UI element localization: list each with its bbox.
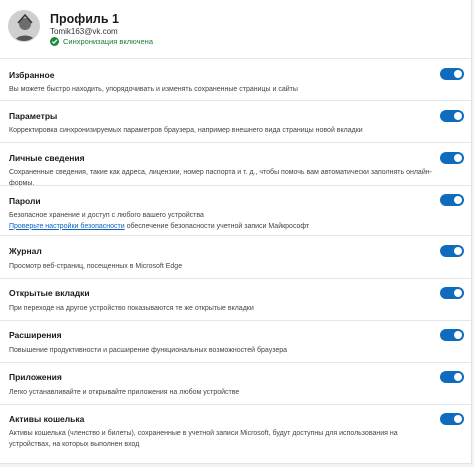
sync-item-title: Избранное [9, 70, 55, 80]
passwords-toggle[interactable] [440, 194, 464, 206]
sync-item-description: Легко устанавливайте и открывайте прилож… [9, 389, 240, 396]
sync-item-description: Корректировка синхронизируемых параметро… [9, 127, 363, 134]
avatar [8, 10, 40, 42]
sync-item-open-tabs: Открытые вкладки При переходе на другое … [0, 278, 472, 320]
open-tabs-toggle[interactable] [440, 287, 464, 299]
apps-toggle[interactable] [440, 371, 464, 383]
wallet-toggle[interactable] [440, 413, 464, 425]
profile-header: Профиль 1 Tomik163@vk.com Синхронизация … [0, 0, 471, 58]
history-toggle[interactable] [440, 245, 464, 257]
settings-toggle[interactable] [440, 110, 464, 122]
sync-item-description: Просмотр веб-страниц, посещенных в Micro… [9, 263, 183, 270]
sync-item-history: Журнал Просмотр веб-страниц, посещенных … [0, 235, 472, 278]
sync-item-description: Безопасное хранение и доступ с любого ва… [9, 211, 439, 232]
check-circle-icon [50, 37, 59, 46]
sync-item-title: Приложения [9, 372, 62, 382]
personal-info-toggle[interactable] [440, 152, 464, 164]
extensions-toggle[interactable] [440, 329, 464, 341]
sync-item-settings: Параметры Корректировка синхронизируемых… [0, 100, 472, 142]
sync-item-wallet: Активы кошелька Активы кошелька (членств… [0, 404, 472, 464]
sync-item-title: Журнал [9, 246, 42, 256]
security-settings-link[interactable]: Проверьте настройки безопасности [9, 223, 125, 230]
sync-item-extensions: Расширения Повышение продуктивности и ра… [0, 320, 472, 362]
profile-name: Профиль 1 [50, 12, 119, 26]
sync-item-description: При переходе на другое устройство показы… [9, 305, 254, 312]
passwords-description-suffix: обеспечение безопасности учетной записи … [124, 222, 310, 230]
sync-item-title: Личные сведения [9, 153, 85, 163]
sync-item-description: Вы можете быстро находить, упорядочивать… [9, 86, 298, 93]
profile-email: Tomik163@vk.com [50, 27, 118, 36]
sync-settings-panel: Профиль 1 Tomik163@vk.com Синхронизация … [0, 0, 472, 464]
passwords-description: Безопасное хранение и доступ с любого ва… [9, 212, 204, 219]
favorites-toggle[interactable] [440, 68, 464, 80]
sync-status-text: Синхронизация включена [63, 37, 153, 46]
sync-item-description: Повышение продуктивности и расширение фу… [9, 347, 288, 354]
sync-item-personal-info: Личные сведения Сохраненные сведения, та… [0, 142, 472, 187]
sync-status: Синхронизация включена [50, 37, 153, 46]
sync-item-favorites: Избранное Вы можете быстро находить, упо… [0, 58, 472, 100]
sync-item-passwords: Пароли Безопасное хранение и доступ с лю… [0, 185, 472, 235]
sync-item-title: Расширения [9, 330, 62, 340]
sync-item-title: Активы кошелька [9, 414, 85, 424]
sync-item-apps: Приложения Легко устанавливайте и открыв… [0, 362, 472, 404]
sync-item-title: Параметры [9, 111, 58, 121]
sync-item-title: Пароли [9, 196, 41, 206]
sync-item-description: Активы кошелька (членство и билеты), сох… [9, 430, 398, 448]
sync-item-title: Открытые вкладки [9, 288, 90, 298]
